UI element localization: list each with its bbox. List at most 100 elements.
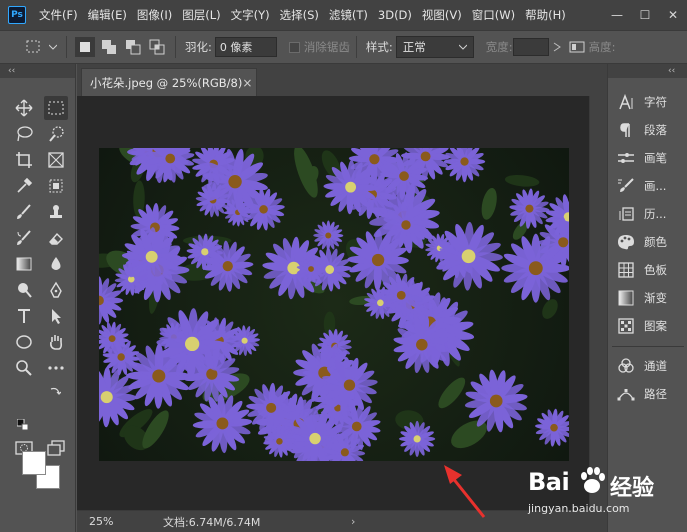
pen-icon[interactable] bbox=[44, 278, 68, 302]
quick-selection-icon[interactable] bbox=[44, 122, 68, 146]
menu-type[interactable]: 文字(Y) bbox=[226, 7, 275, 23]
panel-label: 历... bbox=[644, 207, 667, 221]
swap-icon[interactable] bbox=[551, 37, 563, 57]
select-mask-icon[interactable] bbox=[567, 37, 587, 57]
default-colors-icon[interactable] bbox=[16, 418, 30, 432]
canvas-area[interactable] bbox=[77, 96, 589, 510]
ellipse-tool-icon[interactable] bbox=[12, 330, 36, 354]
stamp-icon[interactable] bbox=[44, 200, 68, 224]
watermark-url: jingyan.baidu.com bbox=[528, 502, 630, 515]
eyedropper-icon[interactable] bbox=[12, 174, 36, 198]
panel-character[interactable]: 字符 bbox=[616, 90, 684, 114]
zoom-level[interactable]: 25% bbox=[89, 515, 129, 528]
panel-color[interactable]: 颜色 bbox=[616, 230, 684, 254]
status-menu-arrow[interactable]: › bbox=[351, 515, 355, 528]
lasso-icon[interactable] bbox=[12, 122, 36, 146]
menu-edit[interactable]: 编辑(E) bbox=[83, 7, 132, 23]
style-select-value: 正常 bbox=[402, 40, 426, 54]
toolbar-collapse[interactable]: ‹‹ bbox=[0, 64, 75, 78]
menu-layer[interactable]: 图层(L) bbox=[177, 7, 225, 23]
path-selection-icon[interactable] bbox=[44, 304, 68, 328]
red-arrow-annotation bbox=[444, 465, 486, 518]
width-input[interactable] bbox=[512, 38, 549, 56]
panel-label: 画... bbox=[644, 179, 667, 193]
eraser-icon[interactable] bbox=[44, 226, 68, 250]
flower-photo bbox=[99, 148, 569, 461]
menu-filter[interactable]: 滤镜(T) bbox=[324, 7, 373, 23]
divider bbox=[355, 36, 357, 58]
hand-icon[interactable] bbox=[44, 330, 68, 354]
marquee-preset-icon[interactable] bbox=[24, 37, 44, 57]
chevron-down-icon bbox=[458, 44, 467, 50]
history-brush-icon[interactable] bbox=[12, 226, 36, 250]
photoshop-logo: Ps bbox=[8, 6, 26, 24]
style-select[interactable]: 正常 bbox=[395, 36, 474, 58]
swatches-icon bbox=[616, 260, 636, 280]
menu-file[interactable]: 文件(F) bbox=[34, 7, 83, 23]
panel-gradients[interactable]: 渐变 bbox=[616, 286, 684, 310]
panel-history[interactable]: 历... bbox=[616, 202, 684, 226]
panel-label: 通道 bbox=[644, 359, 667, 373]
chevron-down-icon[interactable] bbox=[48, 37, 58, 57]
crop-icon[interactable] bbox=[12, 148, 36, 172]
vertical-scrollbar[interactable] bbox=[589, 96, 607, 510]
panel-dock-collapse[interactable]: ‹‹ bbox=[608, 64, 687, 78]
screen-mode-icon[interactable] bbox=[44, 436, 68, 460]
intersect-selection-icon[interactable] bbox=[147, 37, 167, 57]
maximize-button[interactable]: ☐ bbox=[631, 0, 659, 30]
antialias-checkbox[interactable] bbox=[288, 41, 300, 53]
style-label: 样式: bbox=[365, 40, 393, 54]
blur-icon[interactable] bbox=[44, 252, 68, 276]
panel-label: 色板 bbox=[644, 263, 667, 277]
rectangular-marquee-icon[interactable] bbox=[44, 96, 68, 120]
panel-label: 路径 bbox=[644, 387, 667, 401]
panel-paragraph[interactable]: 段落 bbox=[616, 118, 684, 142]
character-icon bbox=[616, 92, 636, 112]
tab-close-icon[interactable]: × bbox=[242, 76, 252, 90]
move-tool-icon[interactable] bbox=[12, 96, 36, 120]
object-selection-icon[interactable] bbox=[44, 174, 68, 198]
type-tool-icon[interactable] bbox=[12, 304, 36, 328]
options-bar: 羽化: 0 像素 消除锯齿 样式: 正常 宽度: 高度: bbox=[0, 30, 687, 64]
panel-channels[interactable]: 通道 bbox=[616, 354, 684, 378]
brush-settings-icon bbox=[616, 148, 636, 168]
more-tools-icon[interactable] bbox=[44, 356, 68, 380]
panel-brushes[interactable]: 画... bbox=[616, 174, 684, 198]
new-selection-icon[interactable] bbox=[75, 37, 95, 57]
add-selection-icon[interactable] bbox=[99, 37, 119, 57]
brush-icon[interactable] bbox=[12, 200, 36, 224]
document-tab-bar: 小花朵.jpeg @ 25%(RGB/8) × bbox=[77, 64, 607, 96]
gradient-icon[interactable] bbox=[12, 252, 36, 276]
menu-3d[interactable]: 3D(D) bbox=[373, 8, 417, 22]
close-button[interactable]: ✕ bbox=[659, 0, 687, 30]
panel-brush[interactable]: 画笔 bbox=[616, 146, 684, 170]
menu-select[interactable]: 选择(S) bbox=[275, 7, 324, 23]
panel-swatches[interactable]: 色板 bbox=[616, 258, 684, 282]
gradients-icon bbox=[616, 288, 636, 308]
menu-help[interactable]: 帮助(H) bbox=[520, 7, 571, 23]
menu-view[interactable]: 视图(V) bbox=[417, 7, 467, 23]
flower-image bbox=[99, 148, 569, 461]
panel-patterns[interactable]: 图案 bbox=[616, 314, 684, 338]
swap-colors-icon[interactable] bbox=[48, 384, 62, 398]
panel-divider bbox=[612, 346, 684, 347]
antialias-label: 消除锯齿 bbox=[303, 40, 350, 54]
feather-input[interactable]: 0 像素 bbox=[214, 37, 277, 57]
zoom-icon[interactable] bbox=[12, 356, 36, 380]
menu-image[interactable]: 图像(I) bbox=[132, 7, 177, 23]
document-tab[interactable]: 小花朵.jpeg @ 25%(RGB/8) × bbox=[81, 68, 257, 96]
watermark-brand: Bai bbox=[528, 468, 570, 496]
frame-icon[interactable] bbox=[44, 148, 68, 172]
subtract-selection-icon[interactable] bbox=[123, 37, 143, 57]
menu-window[interactable]: 窗口(W) bbox=[467, 7, 520, 23]
watermark-brand-suffix: 经验 bbox=[610, 476, 655, 501]
dodge-icon[interactable] bbox=[12, 278, 36, 302]
panel-label: 图案 bbox=[644, 319, 667, 333]
panel-paths[interactable]: 路径 bbox=[616, 382, 684, 406]
paw-logo-icon bbox=[581, 467, 605, 493]
minimize-button[interactable]: — bbox=[603, 0, 631, 30]
panel-label: 颜色 bbox=[644, 235, 667, 249]
paths-icon bbox=[616, 384, 636, 404]
foreground-color-swatch[interactable] bbox=[22, 451, 46, 475]
panel-label: 字符 bbox=[644, 95, 667, 109]
